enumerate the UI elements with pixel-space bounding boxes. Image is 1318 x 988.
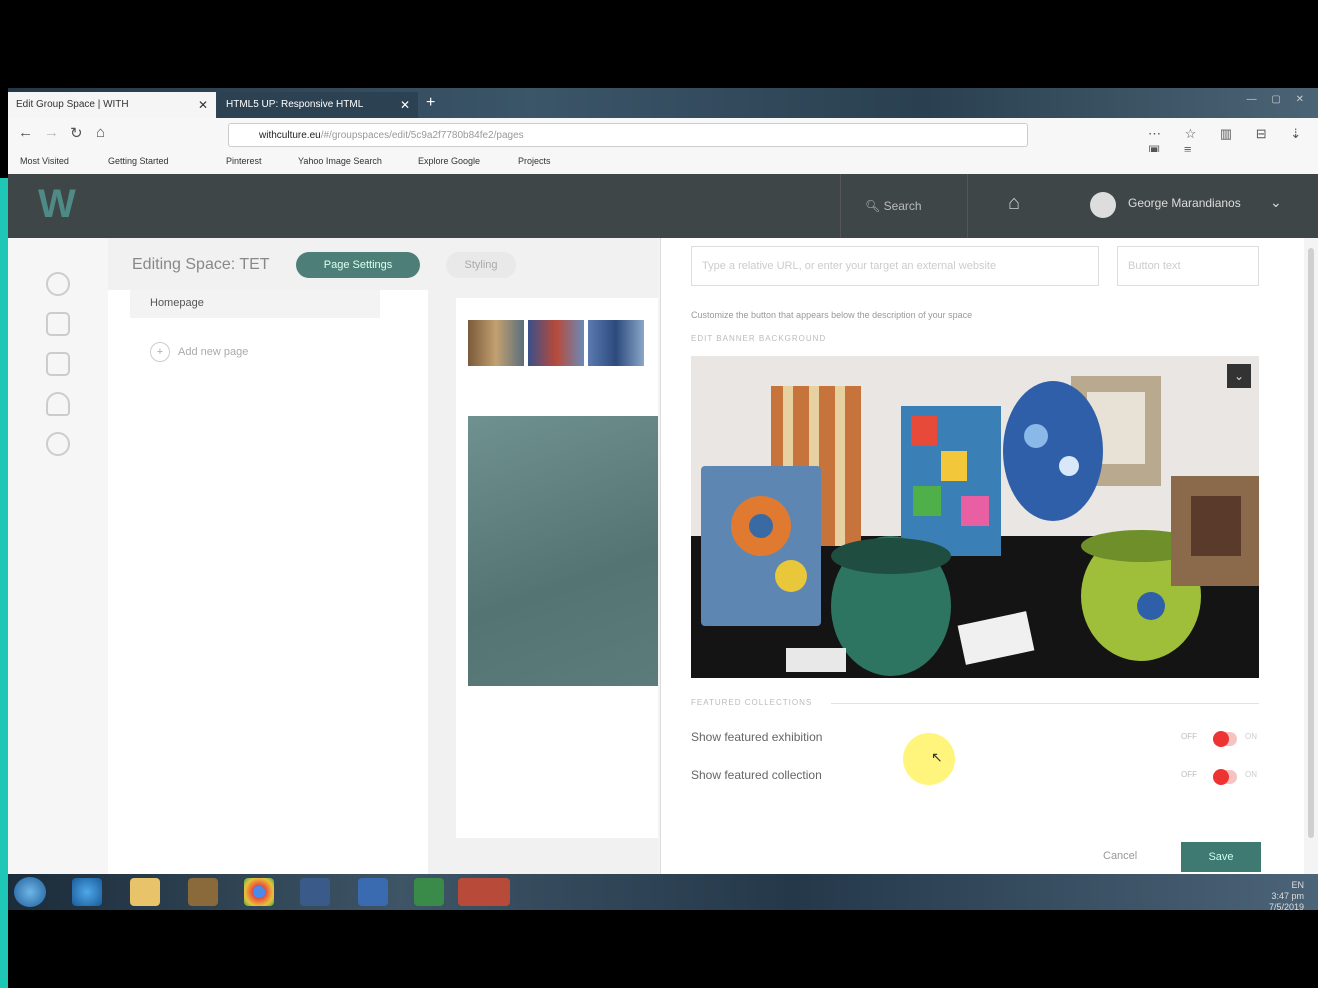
reload-icon[interactable]: ↻: [70, 124, 83, 142]
system-tray[interactable]: EN 3:47 pm 7/5/2019: [1269, 880, 1304, 913]
bookmark-item[interactable]: Most Visited: [20, 156, 69, 166]
cursor-highlight: [903, 733, 955, 785]
toggle-knob: [1213, 731, 1229, 747]
page-settings-button[interactable]: Page Settings: [296, 252, 420, 278]
add-page-button[interactable]: + Add new page: [150, 342, 248, 362]
start-button[interactable]: [14, 877, 46, 907]
banner-image[interactable]: ⌄: [691, 356, 1259, 678]
home-icon[interactable]: ⌂: [96, 124, 105, 141]
tab-html5up[interactable]: HTML5 UP: Responsive HTML ✕: [218, 92, 418, 118]
clock-date: 7/5/2019: [1268, 902, 1304, 912]
show-featured-exhibition-label: Show featured exhibition: [691, 730, 823, 744]
left-edge-accent: [0, 178, 8, 988]
info-icon[interactable]: [46, 432, 70, 456]
page-title: Editing Space: TET: [132, 256, 270, 273]
banner-section-label: EDIT BANNER BACKGROUND: [691, 334, 827, 343]
navigation-bar: ← → ↻ ⌂ withculture.eu/#/groupspaces/edi…: [8, 118, 1318, 157]
page-list: Homepage + Add new page: [108, 290, 428, 910]
media-player-icon[interactable]: [188, 878, 218, 906]
side-rail: [8, 238, 109, 910]
url-path: /#/groupspaces/edit/5c9a2f7780b84fe2/pag…: [320, 130, 524, 141]
word-icon[interactable]: [358, 878, 388, 906]
url-bar[interactable]: withculture.eu/#/groupspaces/edit/5c9a2f…: [228, 123, 1028, 147]
firefox-icon[interactable]: [458, 878, 510, 906]
bookmark-item[interactable]: Pinterest: [226, 156, 262, 166]
inbox-icon[interactable]: [46, 312, 70, 336]
app-icon[interactable]: [300, 878, 330, 906]
featured-collection-toggle[interactable]: OFF ON: [1181, 769, 1261, 786]
app-header: W 🔍︎ Search ⌂ George Marandianos ⌄: [8, 174, 1318, 238]
chevron-down-icon[interactable]: ⌄: [1270, 194, 1282, 211]
forward-icon[interactable]: →: [44, 124, 59, 141]
close-icon[interactable]: ✕: [400, 92, 410, 118]
customize-hint: Customize the button that appears below …: [691, 310, 973, 320]
logo[interactable]: W: [38, 184, 90, 224]
home-icon[interactable]: ⌂: [1008, 192, 1020, 215]
help-icon[interactable]: [46, 272, 70, 296]
scrollbar-thumb[interactable]: [1308, 248, 1314, 838]
bookmark-item[interactable]: Explore Google: [418, 156, 480, 166]
back-icon[interactable]: ←: [18, 124, 33, 141]
avatar[interactable]: [1090, 192, 1116, 218]
clock-time: 3:47 pm: [1271, 891, 1304, 901]
chrome-icon[interactable]: [244, 878, 274, 906]
internet-explorer-icon[interactable]: [72, 878, 102, 906]
file-explorer-icon[interactable]: [130, 878, 160, 906]
banner-photo: [691, 356, 1259, 678]
divider: [831, 703, 1259, 704]
thumbnail-image[interactable]: [588, 320, 644, 366]
grid-icon[interactable]: [46, 352, 70, 376]
page-item-homepage[interactable]: Homepage: [130, 290, 380, 318]
taskbar: EN 3:47 pm 7/5/2019: [8, 874, 1318, 913]
tab-label: HTML5 UP: Responsive HTML: [226, 99, 364, 110]
browser-window: Edit Group Space | WITH ✕ HTML5 UP: Resp…: [8, 88, 1318, 910]
bookmarks-bar: Most Visited Getting Started Pinterest Y…: [8, 152, 1318, 175]
save-button[interactable]: Save: [1181, 842, 1261, 872]
toggle-off-label: OFF: [1181, 732, 1197, 741]
thumbnail-strip: [468, 320, 644, 366]
toggle-on-label: ON: [1245, 732, 1257, 741]
preview-image[interactable]: [468, 416, 658, 686]
window-controls[interactable]: — ▢ ✕: [1247, 94, 1310, 105]
show-featured-collection-label: Show featured collection: [691, 768, 822, 782]
search-box[interactable]: 🔍︎ Search: [840, 174, 968, 238]
thumbnail-image[interactable]: [528, 320, 584, 366]
tab-label: Edit Group Space | WITH: [16, 99, 129, 110]
bookmark-item[interactable]: Getting Started: [108, 156, 169, 166]
new-tab-button[interactable]: +: [426, 92, 435, 114]
button-text-field[interactable]: Button text: [1117, 246, 1259, 286]
tab-strip: Edit Group Space | WITH ✕ HTML5 UP: Resp…: [8, 88, 1318, 118]
bookmark-item[interactable]: Projects: [518, 156, 551, 166]
url-host: withculture.eu: [259, 130, 321, 141]
plus-icon: +: [150, 342, 170, 362]
close-icon[interactable]: ✕: [198, 92, 208, 118]
toggle-on-label: ON: [1245, 770, 1257, 779]
toggle-knob: [1213, 769, 1229, 785]
editing-panel: Editing Space: TET Page Settings Styling…: [108, 238, 658, 910]
language-indicator: EN: [1291, 880, 1304, 890]
user-name[interactable]: George Marandianos: [1128, 196, 1241, 210]
featured-exhibition-toggle[interactable]: OFF ON: [1181, 731, 1261, 748]
chevron-down-icon[interactable]: ⌄: [1227, 364, 1251, 388]
thumbnail-image[interactable]: [468, 320, 524, 366]
tab-edit-group-space[interactable]: Edit Group Space | WITH ✕: [8, 92, 216, 118]
styling-button[interactable]: Styling: [446, 252, 516, 278]
settings-panel: Type a relative URL, or enter your targe…: [660, 238, 1318, 910]
scrollbar[interactable]: [1304, 238, 1318, 910]
add-page-label: Add new page: [178, 345, 249, 358]
bookmark-item[interactable]: Yahoo Image Search: [298, 156, 382, 166]
heart-icon[interactable]: [46, 392, 70, 416]
excel-icon[interactable]: [414, 878, 444, 906]
cursor-icon: ↖: [931, 749, 943, 765]
cancel-button[interactable]: Cancel: [1103, 850, 1137, 862]
featured-section-label: FEATURED COLLECTIONS: [691, 698, 813, 707]
button-url-field[interactable]: Type a relative URL, or enter your targe…: [691, 246, 1099, 286]
toggle-off-label: OFF: [1181, 770, 1197, 779]
search-placeholder: Search: [883, 199, 922, 213]
preview-column: [456, 298, 658, 838]
search-icon: 🔍︎: [865, 199, 884, 213]
